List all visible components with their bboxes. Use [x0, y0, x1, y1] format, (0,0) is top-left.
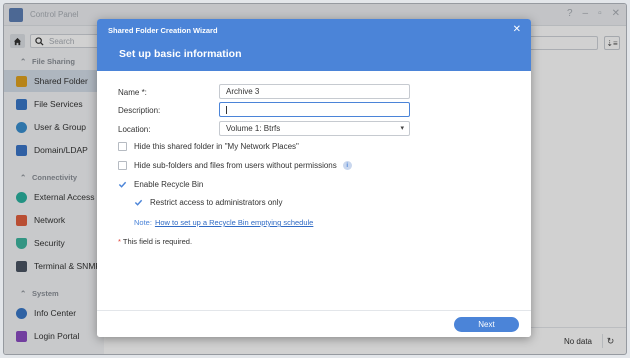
location-label: Location: — [118, 125, 151, 134]
recycle-bin-schedule-link[interactable]: How to set up a Recycle Bin emptying sch… — [155, 218, 313, 227]
chevron-down-icon: ▾ — [400, 125, 404, 132]
hide-in-network-places-checkbox[interactable]: Hide this shared folder in "My Network P… — [118, 142, 299, 151]
wizard-header: Shared Folder Creation Wizard ✕ Set up b… — [97, 19, 531, 71]
text-caret — [226, 106, 227, 114]
note-label: Note: — [134, 218, 152, 227]
checkbox-box — [118, 161, 127, 170]
recycle-bin-note: Note: How to set up a Recycle Bin emptyin… — [134, 218, 313, 227]
wizard-footer: Next — [97, 310, 531, 337]
name-field[interactable]: Archive 3 — [219, 84, 410, 99]
checkbox-checked — [118, 180, 127, 189]
next-button[interactable]: Next — [454, 317, 519, 332]
description-label: Description: — [118, 106, 161, 115]
info-icon[interactable]: i — [342, 161, 352, 170]
location-value: Volume 1: Btrfs — [226, 124, 281, 133]
checkmark-icon — [118, 181, 127, 188]
checkbox-checked — [134, 198, 143, 207]
restrict-admin-checkbox[interactable]: Restrict access to administrators only — [134, 198, 283, 207]
description-field[interactable] — [219, 102, 410, 117]
shared-folder-wizard: Shared Folder Creation Wizard ✕ Set up b… — [97, 19, 531, 337]
required-field-note: * This field is required. — [118, 237, 193, 246]
location-select[interactable]: Volume 1: Btrfs ▾ — [219, 121, 410, 136]
name-label: Name *: — [118, 88, 147, 97]
wizard-title: Shared Folder Creation Wizard — [108, 26, 218, 35]
checkbox-box — [118, 142, 127, 151]
checkmark-icon — [134, 199, 143, 206]
wizard-step-title: Set up basic information — [119, 48, 242, 60]
close-icon[interactable]: ✕ — [513, 24, 521, 35]
hide-subfolders-checkbox[interactable]: Hide sub-folders and files from users wi… — [118, 161, 352, 170]
enable-recycle-bin-checkbox[interactable]: Enable Recycle Bin — [118, 180, 203, 189]
